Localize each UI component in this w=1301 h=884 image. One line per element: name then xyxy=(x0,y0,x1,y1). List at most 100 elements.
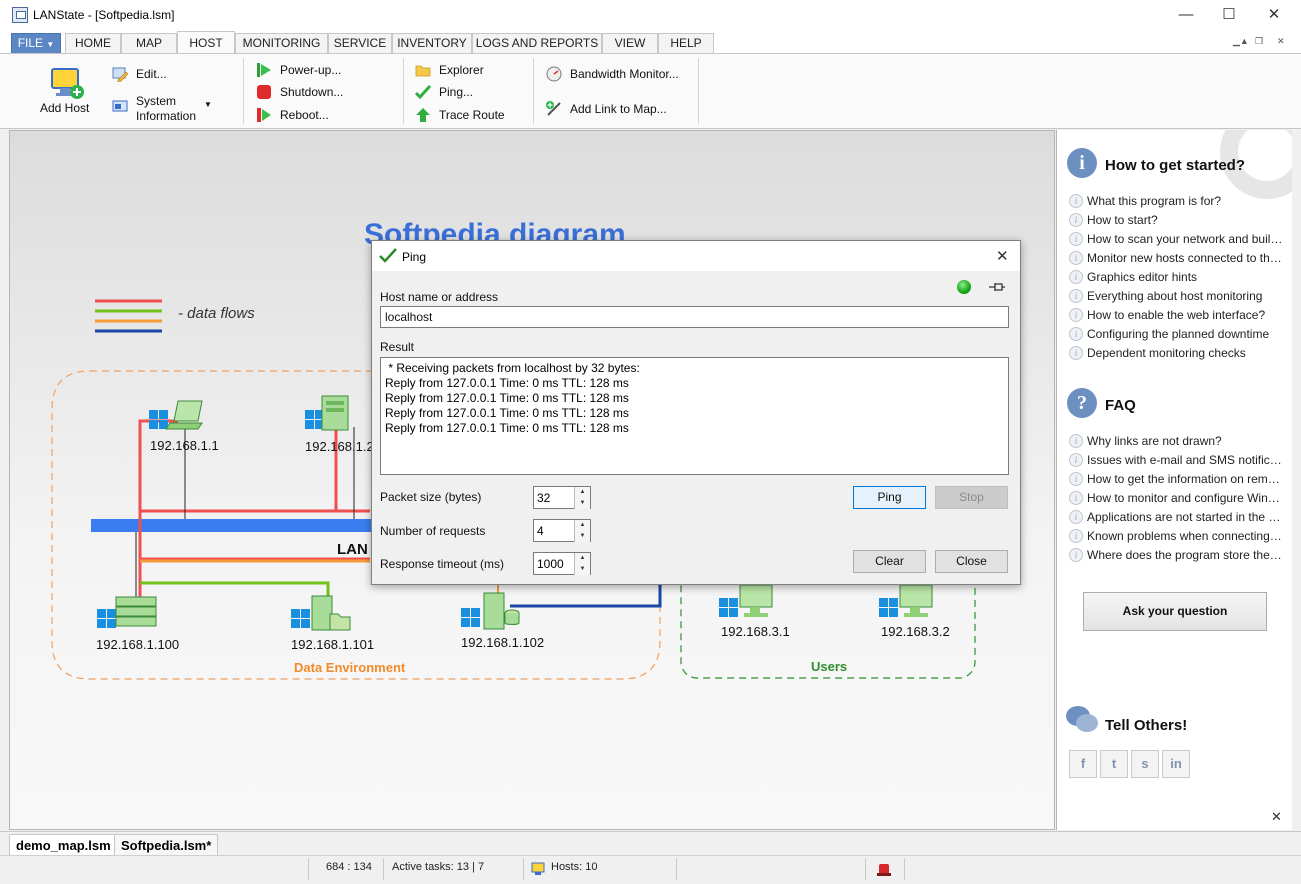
ping-check-icon xyxy=(415,84,431,100)
trace-route-button[interactable]: Trace Route xyxy=(439,108,505,122)
laptop-host-icon[interactable] xyxy=(146,399,208,435)
result-line: Reply from 127.0.0.1 Time: 0 ms TTL: 128… xyxy=(385,376,629,390)
workstation-host-icon[interactable] xyxy=(876,583,938,623)
requests-stepper[interactable]: 4 ▲ ▼ xyxy=(533,519,591,542)
server-stack-host-icon[interactable] xyxy=(94,594,166,634)
help-link[interactable]: Configuring the planned downtime xyxy=(1087,327,1283,341)
clear-button[interactable]: Clear xyxy=(853,550,926,573)
help-link[interactable]: How to scan your network and build a map… xyxy=(1087,232,1283,246)
tab-help[interactable]: HELP xyxy=(658,33,714,53)
stepper-up-icon[interactable]: ▲ xyxy=(574,553,590,564)
host-label: 192.168.3.1 xyxy=(721,624,790,639)
panel-close-icon[interactable]: ✕ xyxy=(1271,809,1282,825)
faq-link[interactable]: Issues with e-mail and SMS notifications xyxy=(1087,453,1283,467)
tab-logs-and-reports[interactable]: LOGS AND REPORTS xyxy=(472,33,602,53)
edit-icon xyxy=(112,67,128,82)
pin-icon[interactable] xyxy=(988,281,1006,293)
system-information-dropdown-icon[interactable]: ▼ xyxy=(204,100,212,109)
bandwidth-monitor-button[interactable]: Bandwidth Monitor... xyxy=(570,67,679,81)
packet-size-value: 32 xyxy=(537,491,551,505)
dialog-close-icon[interactable]: ✕ xyxy=(996,247,1009,265)
faq-link[interactable]: Applications are not started in the remo… xyxy=(1087,510,1283,524)
help-link[interactable]: Dependent monitoring checks xyxy=(1087,346,1283,360)
faq-link[interactable]: How to monitor and configure Windows ser… xyxy=(1087,491,1283,505)
edit-button[interactable]: Edit... xyxy=(136,67,167,81)
info-bullet-icon: i xyxy=(1069,472,1083,486)
help-link[interactable]: Everything about host monitoring xyxy=(1087,289,1283,303)
faq-link[interactable]: Why links are not drawn? xyxy=(1087,434,1283,448)
close-button[interactable]: Close xyxy=(935,550,1008,573)
stepper-up-icon[interactable]: ▲ xyxy=(574,520,590,531)
minimize-button[interactable]: — xyxy=(1163,0,1209,31)
timeout-stepper[interactable]: 1000 ▲ ▼ xyxy=(533,552,591,575)
mdi-restore-icon[interactable]: ❐ xyxy=(1255,36,1263,47)
mdi-minimize-icon[interactable]: ▁▲ xyxy=(1233,36,1249,47)
title-bar: LANState - [Softpedia.lsm] — ☐ ✕ xyxy=(0,0,1301,31)
info-bullet-icon: i xyxy=(1069,251,1083,265)
facebook-icon[interactable]: f xyxy=(1069,750,1097,778)
skype-icon[interactable]: s xyxy=(1131,750,1159,778)
tab-home[interactable]: HOME xyxy=(65,33,121,53)
explorer-button[interactable]: Explorer xyxy=(439,63,484,77)
tab-map[interactable]: MAP xyxy=(121,33,177,53)
faq-link[interactable]: How to get the information on remote hos… xyxy=(1087,472,1283,486)
faq-link[interactable]: Where does the program store the setting… xyxy=(1087,548,1283,562)
system-information-label-1[interactable]: System xyxy=(136,94,176,108)
help-link[interactable]: How to start? xyxy=(1087,213,1283,227)
stepper-down-icon[interactable]: ▼ xyxy=(574,498,590,509)
help-link[interactable]: What this program is for? xyxy=(1087,194,1283,208)
workstation-host-icon[interactable] xyxy=(716,583,778,623)
tab-host[interactable]: HOST xyxy=(177,31,235,53)
help-link[interactable]: Graphics editor hints xyxy=(1087,270,1283,284)
doc-tab-softpedia[interactable]: Softpedia.lsm* xyxy=(114,834,219,856)
ping-start-button[interactable]: Ping xyxy=(853,486,926,509)
alarm-icon[interactable] xyxy=(876,861,892,877)
packet-size-label: Packet size (bytes) xyxy=(380,490,482,504)
tab-inventory[interactable]: INVENTORY xyxy=(392,33,472,53)
mdi-close-icon[interactable]: ✕ xyxy=(1277,36,1285,47)
ping-button[interactable]: Ping... xyxy=(439,85,473,99)
database-server-host-icon[interactable] xyxy=(458,589,530,633)
add-link-to-map-button[interactable]: Add Link to Map... xyxy=(570,102,667,116)
faq-link[interactable]: Known problems when connecting to hosts xyxy=(1087,529,1283,543)
linkedin-icon[interactable]: in xyxy=(1162,750,1190,778)
packet-size-stepper[interactable]: 32 ▲ ▼ xyxy=(533,486,591,509)
host-name-input[interactable] xyxy=(380,306,1009,328)
ask-question-button[interactable]: Ask your question xyxy=(1083,592,1267,631)
zone-label-data-environment: Data Environment xyxy=(294,660,406,675)
explorer-folder-icon xyxy=(415,65,431,77)
server-host-icon[interactable] xyxy=(302,393,364,435)
stop-button[interactable]: Stop xyxy=(935,486,1008,509)
file-server-host-icon[interactable] xyxy=(288,594,360,634)
stepper-down-icon[interactable]: ▼ xyxy=(574,564,590,575)
tab-monitoring[interactable]: MONITORING xyxy=(235,33,328,53)
host-name-label: Host name or address xyxy=(380,290,499,304)
result-line: Reply from 127.0.0.1 Time: 0 ms TTL: 128… xyxy=(385,406,629,420)
tab-file[interactable]: FILE ▼ xyxy=(11,33,61,53)
twitter-icon[interactable]: t xyxy=(1100,750,1128,778)
trace-route-icon xyxy=(416,108,430,122)
faq-heading: FAQ xyxy=(1105,397,1136,414)
host-label: 192.168.1.2 xyxy=(305,439,374,454)
doc-tab-demo-map[interactable]: demo_map.lsm xyxy=(9,834,118,856)
tab-view[interactable]: VIEW xyxy=(602,33,658,53)
result-output[interactable]: * Receiving packets from localhost by 32… xyxy=(380,357,1009,475)
power-up-button[interactable]: Power-up... xyxy=(280,63,341,77)
close-window-button[interactable]: ✕ xyxy=(1251,0,1297,31)
system-information-label-2[interactable]: Information xyxy=(136,109,196,123)
ping-dialog-title: Ping xyxy=(402,250,427,264)
reboot-button[interactable]: Reboot... xyxy=(280,108,329,122)
stepper-down-icon[interactable]: ▼ xyxy=(574,531,590,542)
monitor-icon xyxy=(531,862,545,875)
chevron-down-icon: ▼ xyxy=(46,40,55,49)
stepper-up-icon[interactable]: ▲ xyxy=(574,487,590,498)
maximize-button[interactable]: ☐ xyxy=(1206,0,1252,31)
help-link[interactable]: Monitor new hosts connected to the netwo… xyxy=(1087,251,1283,265)
help-link[interactable]: How to enable the web interface? xyxy=(1087,308,1283,322)
info-bullet-icon: i xyxy=(1069,434,1083,448)
cursor-coordinates: 684 : 134 xyxy=(326,861,372,873)
add-host-button[interactable]: Add Host xyxy=(40,101,89,115)
tab-service[interactable]: SERVICE xyxy=(328,33,392,53)
power-up-icon xyxy=(257,63,271,77)
shutdown-button[interactable]: Shutdown... xyxy=(280,85,343,99)
